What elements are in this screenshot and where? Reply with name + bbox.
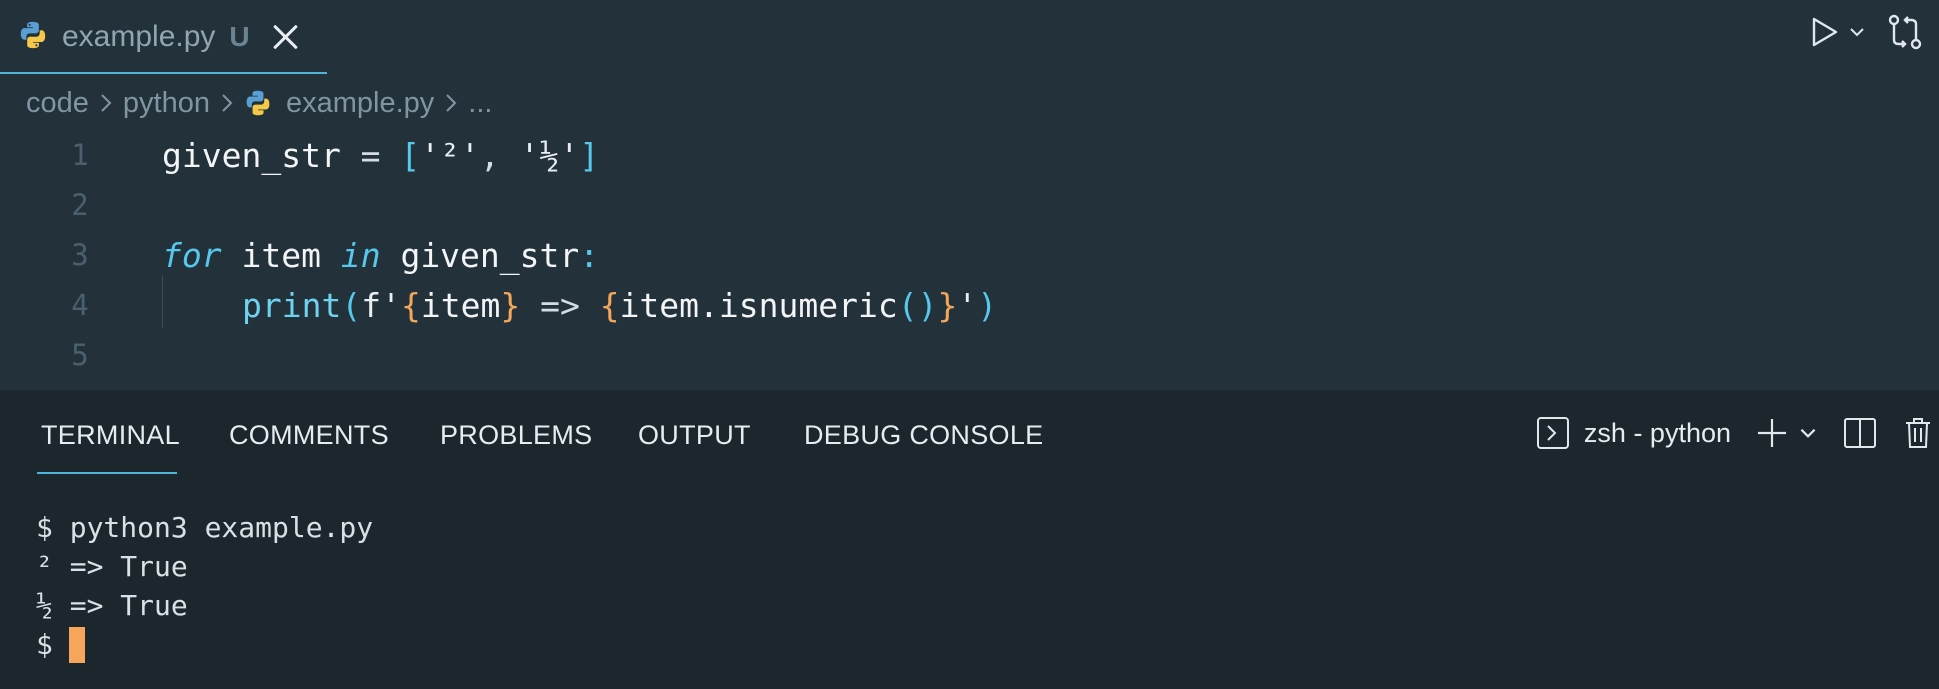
line-number: 5 bbox=[71, 338, 89, 372]
python-file-icon bbox=[244, 89, 272, 117]
line-number: 4 bbox=[71, 288, 89, 322]
chevron-down-icon[interactable] bbox=[1847, 22, 1867, 42]
token-var: given_str bbox=[380, 235, 580, 275]
code-line-5[interactable]: 5 bbox=[0, 330, 1939, 380]
token-keyword: for bbox=[162, 235, 222, 275]
tab-debug-console[interactable]: DEBUG CONSOLE bbox=[804, 420, 1043, 451]
token-fstring: ' bbox=[957, 285, 978, 325]
token-comma: , bbox=[479, 135, 520, 175]
terminal-cursor bbox=[68, 626, 85, 663]
token-var: item bbox=[420, 285, 501, 325]
terminal-line: ½ => True bbox=[36, 589, 188, 622]
split-terminal-icon[interactable] bbox=[1843, 416, 1877, 450]
tab-terminal[interactable]: TERMINAL bbox=[41, 420, 180, 451]
token-brace: } bbox=[500, 285, 521, 325]
untracked-badge: U bbox=[229, 21, 250, 52]
code-content: print(f'{item} => {item.isnumeric()}') bbox=[242, 286, 997, 325]
panel-actions: zsh - python bbox=[1536, 416, 1933, 450]
editor-tab-bar: example.py U bbox=[0, 0, 1939, 74]
line-number: 1 bbox=[71, 138, 89, 172]
code-line-3[interactable]: 3 for item in given_str: bbox=[0, 230, 1939, 280]
token-paren: ) bbox=[977, 285, 998, 325]
code-content: given_str = ['²', '½'] bbox=[162, 136, 599, 175]
token-brace: { bbox=[599, 285, 620, 325]
code-content: for item in given_str: bbox=[162, 236, 599, 275]
chevron-right-icon bbox=[444, 92, 458, 114]
code-line-2[interactable]: 2 bbox=[0, 180, 1939, 230]
run-button[interactable] bbox=[1807, 15, 1867, 49]
token-var: given_str bbox=[162, 135, 341, 175]
line-number: 2 bbox=[71, 188, 89, 222]
token-brace: { bbox=[400, 285, 421, 325]
token-fstring: f' bbox=[361, 285, 401, 325]
bottom-panel: TERMINAL COMMENTS PROBLEMS OUTPUT DEBUG … bbox=[0, 390, 1939, 689]
token-op: = bbox=[340, 135, 401, 175]
token-string: '²' bbox=[420, 135, 480, 175]
terminal-icon bbox=[1536, 417, 1569, 449]
python-file-icon bbox=[18, 20, 48, 55]
token-var: item bbox=[221, 235, 341, 275]
terminal-shell-selector[interactable]: zsh - python bbox=[1536, 416, 1755, 450]
chevron-down-icon[interactable] bbox=[1797, 422, 1819, 444]
token-paren: ( bbox=[341, 285, 362, 325]
token-brace: } bbox=[937, 285, 958, 325]
terminal-prompt: $ bbox=[36, 628, 53, 661]
trash-icon[interactable] bbox=[1903, 416, 1933, 450]
code-line-4[interactable]: 4 print(f'{item} => {item.isnumeric()}') bbox=[0, 280, 1939, 330]
editor-actions bbox=[1807, 12, 1925, 52]
code-line-1[interactable]: 1 given_str = ['²', '½'] bbox=[0, 130, 1939, 180]
token-function: print bbox=[242, 285, 342, 325]
tab-problems[interactable]: PROBLEMS bbox=[440, 420, 592, 451]
shell-label: zsh - python bbox=[1583, 417, 1731, 448]
token-bracket: ] bbox=[579, 135, 600, 175]
new-terminal-icon[interactable] bbox=[1755, 416, 1789, 450]
token-keyword: in bbox=[340, 235, 381, 275]
panel-tab-bar: TERMINAL COMMENTS PROBLEMS OUTPUT DEBUG … bbox=[0, 390, 1939, 482]
close-icon[interactable] bbox=[272, 23, 300, 51]
tab-output[interactable]: OUTPUT bbox=[638, 420, 751, 451]
breadcrumb-item-file[interactable]: example.py bbox=[286, 87, 434, 120]
token-method: item.isnumeric bbox=[619, 285, 898, 325]
chevron-right-icon bbox=[220, 92, 234, 114]
breadcrumb: code python example.py ... bbox=[26, 78, 492, 128]
token-bracket: [ bbox=[400, 135, 421, 175]
chevron-right-icon bbox=[99, 92, 113, 114]
terminal-line: ² => True bbox=[36, 550, 188, 583]
breadcrumb-item-symbols[interactable]: ... bbox=[468, 87, 492, 120]
play-icon bbox=[1812, 17, 1838, 47]
terminal-line: $ python3 example.py bbox=[36, 511, 374, 544]
breadcrumb-item-code[interactable]: code bbox=[26, 87, 89, 120]
indent-guide bbox=[162, 276, 163, 328]
code-editor[interactable]: 1 given_str = ['²', '½'] 2 3 for item in… bbox=[0, 130, 1939, 390]
tab-filename: example.py bbox=[62, 20, 216, 53]
terminal-output[interactable]: $ python3 example.py ² => True ½ => True… bbox=[36, 508, 373, 664]
token-string: '½' bbox=[519, 135, 580, 175]
token-string-text: => bbox=[520, 285, 600, 325]
active-tab-indicator bbox=[0, 72, 327, 74]
token-colon: : bbox=[579, 235, 600, 275]
terminal-prompt-line: $ bbox=[36, 625, 373, 664]
token-paren: () bbox=[897, 285, 938, 325]
tab-comments[interactable]: COMMENTS bbox=[229, 420, 389, 451]
active-panel-tab-indicator bbox=[37, 472, 177, 474]
breadcrumb-item-python[interactable]: python bbox=[123, 87, 210, 120]
line-number: 3 bbox=[71, 238, 89, 272]
editor-tab-example-py[interactable]: example.py U bbox=[0, 0, 327, 74]
source-control-compare-icon[interactable] bbox=[1885, 12, 1925, 52]
